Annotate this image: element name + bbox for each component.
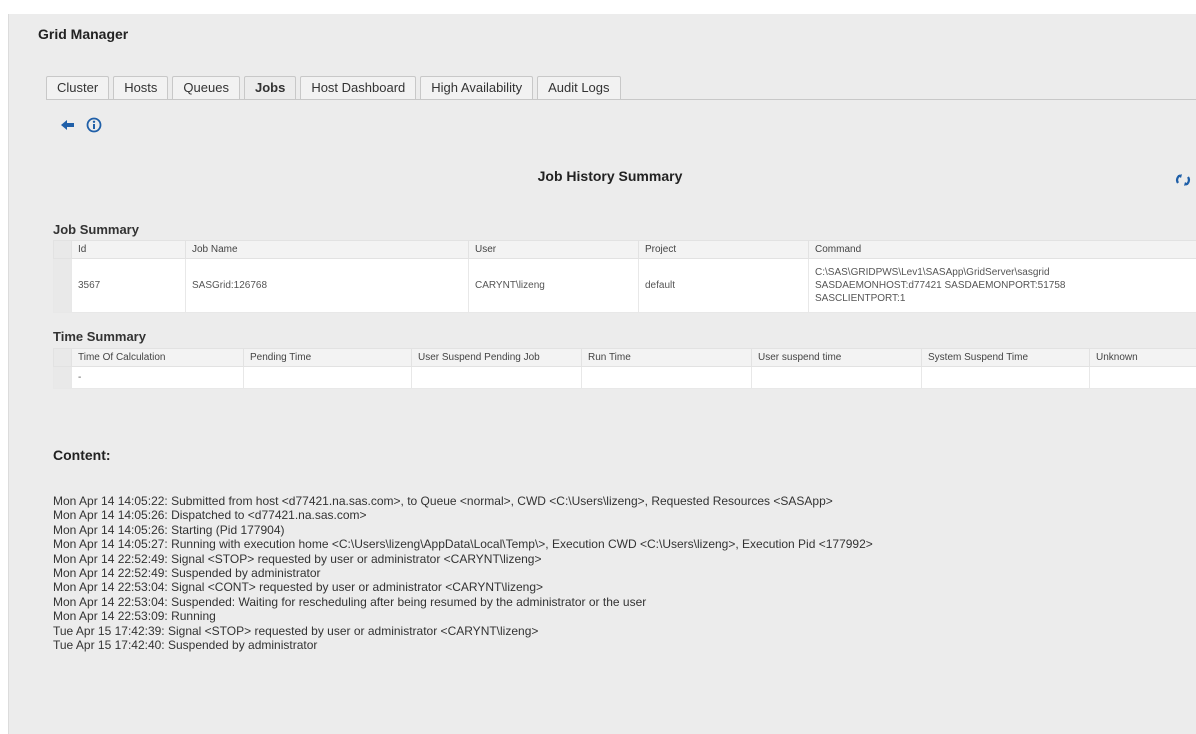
table-row[interactable]: 3567 SASGrid:126768 CARYNT\lizeng defaul… xyxy=(53,258,1196,313)
log-line: Mon Apr 14 14:05:22: Submitted from host… xyxy=(53,494,833,508)
tab-high-availability[interactable]: High Availability xyxy=(420,76,534,99)
column-header-id[interactable]: Id xyxy=(71,240,186,259)
refresh-icon[interactable] xyxy=(1175,172,1191,193)
cell-run-time xyxy=(581,366,752,389)
job-summary-table: Id Job Name User Project Command 3567 SA… xyxy=(53,240,1196,313)
column-header-user-suspend-pending-job[interactable]: User Suspend Pending Job xyxy=(411,348,582,367)
log-line: Mon Apr 14 22:53:04: Suspended: Waiting … xyxy=(53,594,647,609)
column-header-command[interactable]: Command xyxy=(808,240,1196,259)
info-icon[interactable] xyxy=(86,117,102,133)
column-header-job-name[interactable]: Job Name xyxy=(185,240,469,259)
log-line: Mon Apr 14 14:05:27: Running with execut… xyxy=(53,537,873,552)
log-line: Mon Apr 14 22:53:09: Running xyxy=(53,609,216,624)
cell-id: 3567 xyxy=(71,258,186,313)
tab-audit-logs[interactable]: Audit Logs xyxy=(537,76,621,99)
row-selector[interactable] xyxy=(53,366,72,389)
app-title: Grid Manager xyxy=(38,26,129,42)
command-line: C:\SAS\GRIDPWS\Lev1\SASApp\GridServer\sa… xyxy=(815,267,1050,278)
row-selector-header xyxy=(53,240,72,259)
page-title: Job History Summary xyxy=(537,168,683,184)
job-summary-title: Job Summary xyxy=(53,222,139,237)
log-line: Mon Apr 14 22:52:49: Signal <STOP> reque… xyxy=(53,551,542,566)
column-header-user[interactable]: User xyxy=(468,240,639,259)
table-header-row: Id Job Name User Project Command xyxy=(53,240,1196,259)
log-line: Mon Apr 14 22:52:49: Suspended by admini… xyxy=(53,566,321,581)
back-arrow-icon[interactable] xyxy=(60,117,76,133)
column-header-user-suspend-time[interactable]: User suspend time xyxy=(751,348,922,367)
cell-time-of-calculation: - xyxy=(71,366,244,389)
table-row[interactable]: - xyxy=(53,366,1196,389)
table-header-row: Time Of Calculation Pending Time User Su… xyxy=(53,348,1196,367)
time-summary-table: Time Of Calculation Pending Time User Su… xyxy=(53,348,1196,389)
command-line: SASDAEMONHOST:d77421 SASDAEMONPORT:51758 xyxy=(815,280,1066,291)
cell-unknown xyxy=(1089,366,1196,389)
command-line: SASCLIENTPORT:1 xyxy=(815,293,906,304)
time-summary-title: Time Summary xyxy=(53,329,146,344)
cell-job-name: SASGrid:126768 xyxy=(185,258,469,313)
tab-divider xyxy=(46,99,1196,100)
tab-host-dashboard[interactable]: Host Dashboard xyxy=(300,76,417,99)
log-line: Mon Apr 14 14:05:26: Dispatched to <d774… xyxy=(53,508,367,523)
column-header-unknown[interactable]: Unknown xyxy=(1089,348,1196,367)
row-selector-header xyxy=(53,348,72,367)
tab-cluster[interactable]: Cluster xyxy=(46,76,110,99)
cell-user-suspend-time xyxy=(751,366,922,389)
content-title: Content: xyxy=(53,447,111,463)
cell-project: default xyxy=(638,258,809,313)
tab-hosts[interactable]: Hosts xyxy=(113,76,169,99)
cell-system-suspend-time xyxy=(921,366,1090,389)
tab-jobs[interactable]: Jobs xyxy=(243,76,297,99)
cell-command: C:\SAS\GRIDPWS\Lev1\SASApp\GridServer\sa… xyxy=(808,258,1196,313)
cell-user-suspend-pending-job xyxy=(411,366,582,389)
log-line: Mon Apr 14 22:53:04: Signal <CONT> reque… xyxy=(53,580,544,595)
cell-user: CARYNT\lizeng xyxy=(468,258,639,313)
column-header-time-of-calculation[interactable]: Time Of Calculation xyxy=(71,348,244,367)
job-log: Mon Apr 14 14:05:22: Submitted from host… xyxy=(53,494,873,652)
log-line: Mon Apr 14 14:05:26: Starting (Pid 17790… xyxy=(53,522,285,537)
column-header-run-time[interactable]: Run Time xyxy=(581,348,752,367)
row-selector[interactable] xyxy=(53,258,72,313)
log-line: Tue Apr 15 17:42:40: Suspended by admini… xyxy=(53,638,318,653)
tab-bar: Cluster Hosts Queues Jobs Host Dashboard… xyxy=(46,76,621,99)
tab-queues[interactable]: Queues xyxy=(172,76,240,99)
toolbar xyxy=(60,117,102,133)
cell-pending-time xyxy=(243,366,412,389)
column-header-project[interactable]: Project xyxy=(638,240,809,259)
column-header-pending-time[interactable]: Pending Time xyxy=(243,348,412,367)
column-header-system-suspend-time[interactable]: System Suspend Time xyxy=(921,348,1090,367)
log-line: Tue Apr 15 17:42:39: Signal <STOP> reque… xyxy=(53,623,539,638)
